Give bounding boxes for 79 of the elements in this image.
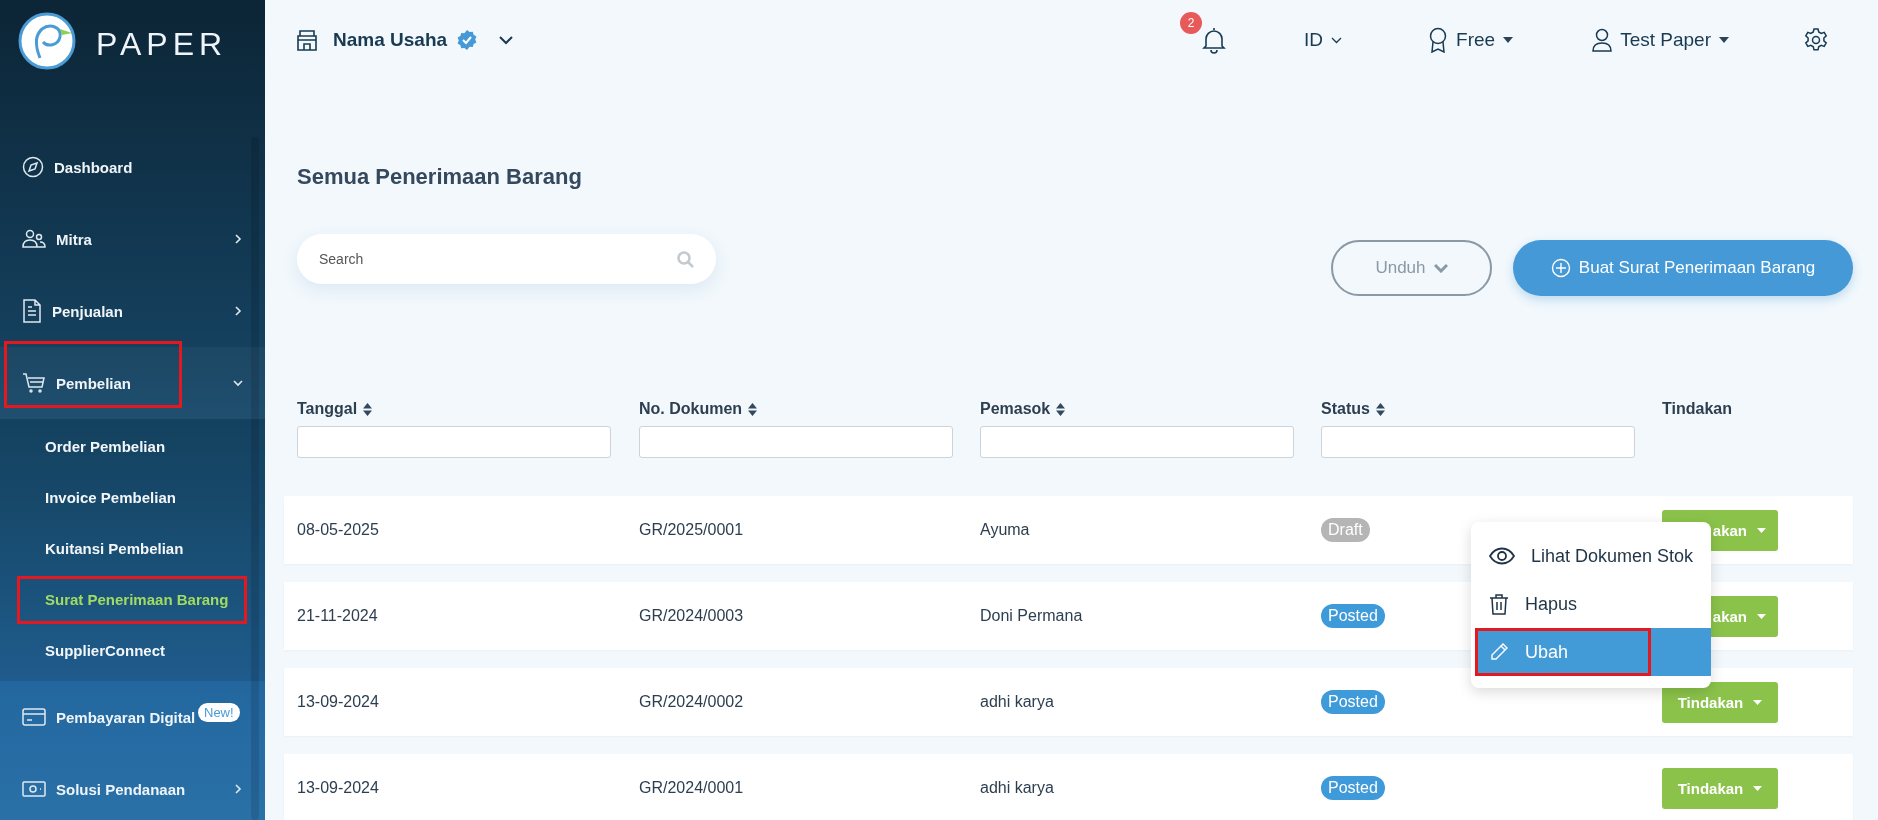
search-icon	[677, 251, 694, 268]
filter-field[interactable]	[980, 426, 1294, 458]
cart-icon	[22, 372, 46, 394]
supplier-cell-text: Doni Permana	[980, 607, 1084, 625]
submenu-item[interactable]: Invoice Pembelian	[45, 489, 176, 506]
award-icon	[1428, 27, 1449, 53]
status-badge: Posted	[1321, 604, 1385, 628]
date-cell-text: 13-09-2024	[297, 693, 380, 711]
eye-icon	[1489, 547, 1515, 565]
logo-icon	[18, 12, 76, 70]
caret-down-icon	[1757, 527, 1766, 533]
plan-dropdown[interactable]: Free	[1428, 27, 1514, 53]
settings-icon[interactable]	[1804, 28, 1828, 52]
sidebar-item[interactable]: Penjualan	[0, 275, 265, 347]
submenu-item[interactable]: Order Pembelian	[45, 438, 166, 455]
search-field[interactable]: Search	[297, 234, 716, 284]
compass-icon	[22, 156, 44, 178]
filter-field[interactable]	[297, 426, 611, 458]
business-name: Nama Usaha	[333, 29, 448, 51]
column-header[interactable]: No. Dokumen	[639, 400, 980, 418]
banknote-icon	[22, 779, 46, 799]
column-header: Tindakan	[1662, 400, 1733, 418]
sort-icon	[1056, 402, 1066, 416]
status-badge: Posted	[1321, 690, 1385, 714]
caret-down-icon	[1753, 785, 1763, 791]
sidebar-item[interactable]: Dashboard	[0, 131, 265, 203]
submenu-item[interactable]: SupplierConnect	[45, 642, 165, 659]
pencil-icon	[1489, 642, 1509, 662]
column-header[interactable]: Tanggal	[297, 400, 639, 418]
chevron-down-icon	[233, 378, 243, 388]
sort-icon	[748, 402, 758, 416]
brand-name: PAPER	[96, 26, 228, 63]
page-title: Semua Penerimaan Barang	[297, 164, 583, 191]
plus-circle-icon	[1550, 258, 1571, 278]
people-icon	[22, 229, 46, 249]
sidebar-item[interactable]: Pembayaran Digital New!	[0, 681, 265, 753]
date-cell-text: 21-11-2024	[297, 607, 379, 625]
sidebar-item[interactable]: Solusi Pendanaan	[0, 753, 265, 820]
caret-down-icon	[1753, 699, 1763, 705]
scrollbar[interactable]	[251, 137, 259, 820]
supplier-cell-text: Ayuma	[980, 521, 1031, 539]
sort-icon	[363, 402, 373, 416]
chevron-down-icon[interactable]	[499, 35, 514, 45]
column-header[interactable]: Pemasok	[980, 400, 1321, 418]
caret-down-icon	[1719, 37, 1729, 43]
document-number-cell-text: GR/2024/0003	[639, 607, 745, 625]
bell-icon[interactable]	[1202, 26, 1227, 54]
status-badge: Draft	[1321, 518, 1370, 542]
user-icon	[1592, 28, 1613, 52]
chevron-right-icon	[233, 234, 243, 244]
user-dropdown[interactable]: Test Paper	[1592, 28, 1729, 52]
date-cell-text: 08-05-2025	[297, 521, 380, 539]
sort-icon	[1375, 402, 1385, 416]
chevron-down-icon	[1331, 36, 1343, 44]
chevron-right-icon	[233, 784, 243, 794]
column-header[interactable]: Status	[1321, 400, 1662, 418]
trash-icon	[1489, 593, 1509, 615]
caret-down-icon	[1757, 613, 1766, 619]
submenu-item[interactable]: Surat Penerimaan Barang	[45, 591, 229, 608]
chevron-down-icon	[1433, 263, 1448, 273]
status-badge: Posted	[1321, 776, 1385, 800]
notification-count: 2	[1180, 12, 1203, 34]
supplier-cell-text: adhi karya	[980, 779, 1055, 797]
filter-field[interactable]	[639, 426, 953, 458]
new-badge: New!	[198, 703, 240, 722]
store-icon	[297, 29, 317, 51]
card-icon	[22, 707, 46, 727]
caret-down-icon	[1503, 37, 1514, 43]
submenu-item[interactable]: Kuitansi Pembelian	[45, 540, 184, 557]
date-cell-text: 13-09-2024	[297, 779, 380, 797]
document-icon	[22, 299, 42, 323]
document-number-cell-text: GR/2024/0001	[639, 779, 745, 797]
document-number-cell-text: GR/2024/0002	[639, 693, 745, 711]
sidebar-item[interactable]: Mitra	[0, 203, 265, 275]
supplier-cell-text: adhi karya	[980, 693, 1055, 711]
filter-field[interactable]	[1321, 426, 1635, 458]
chevron-right-icon	[233, 306, 243, 316]
language-dropdown[interactable]: ID	[1304, 29, 1343, 51]
document-number-cell-text: GR/2025/0001	[639, 521, 745, 539]
